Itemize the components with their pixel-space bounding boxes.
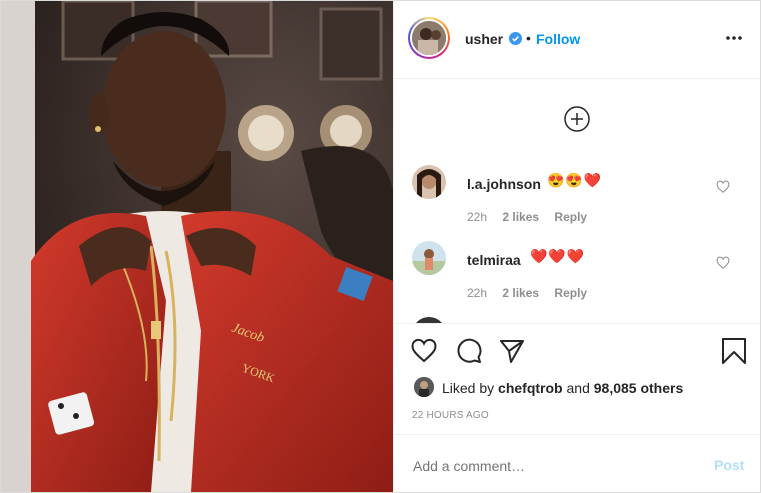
post-header: usher • Follow (394, 1, 760, 79)
post-photo-illustration: Jacob YORK (1, 1, 393, 492)
add-comment-input[interactable] (411, 457, 695, 475)
liked-by-text: Liked by chefqtrob and 98,085 others (442, 380, 683, 396)
username-link[interactable]: usher (465, 31, 503, 47)
post-timestamp[interactable]: 22 HOURS AGO (412, 410, 489, 421)
comment-item: l.a.johnson 😍😍❤️ 22h 2 likes Reply (394, 165, 760, 225)
comments-list[interactable]: l.a.johnson 😍😍❤️ 22h 2 likes Reply telmi… (394, 79, 760, 323)
load-more-comments-icon[interactable] (563, 105, 591, 133)
story-ring[interactable] (408, 17, 450, 59)
bookmark-icon[interactable] (720, 337, 748, 365)
comment-likes[interactable]: 2 likes (502, 286, 539, 300)
comment-likes[interactable]: 2 likes (502, 210, 539, 224)
liked-by-user[interactable]: chefqtrob (498, 380, 563, 396)
comment-meta: 22h 2 likes Reply (467, 210, 599, 224)
more-options-icon[interactable] (724, 28, 744, 48)
post-actions-section: Liked by chefqtrob and 98,085 others 22 … (394, 323, 760, 492)
comment-like-heart-icon[interactable] (716, 180, 730, 194)
post-comment-button[interactable]: Post (714, 457, 744, 473)
comment-meta: 22h 2 likes Reply (467, 286, 599, 300)
share-icon[interactable] (498, 337, 526, 365)
liked-by-avatar[interactable] (414, 377, 434, 397)
verified-badge-icon (509, 32, 522, 45)
post-modal: Jacob YORK usher • Follow l.a.johnson 😍😍… (0, 0, 761, 493)
reply-button[interactable]: Reply (554, 286, 587, 300)
comment-text: 😍😍❤️ (547, 172, 603, 188)
comment-time[interactable]: 22h (467, 210, 487, 224)
follow-button[interactable]: Follow (536, 31, 580, 47)
liked-by-conjunction: and (566, 380, 590, 396)
comment-text: ❤️❤️❤️ (530, 248, 586, 264)
add-comment-bar: Post (394, 434, 760, 492)
separator-dot: • (526, 30, 531, 46)
comment-username[interactable]: l.a.johnson (467, 176, 541, 192)
avatar-inner (410, 19, 448, 57)
avatar (412, 21, 446, 55)
comment-time[interactable]: 22h (467, 286, 487, 300)
post-side-panel: usher • Follow l.a.johnson 😍😍❤️ 22h 2 li… (393, 1, 760, 492)
comment-avatar[interactable] (412, 165, 446, 199)
post-image[interactable]: Jacob YORK (1, 1, 393, 492)
liked-by-avatar-image (414, 377, 434, 397)
reply-button[interactable]: Reply (554, 210, 587, 224)
liked-by-prefix: Liked by (442, 380, 495, 396)
comment-icon[interactable] (455, 337, 483, 365)
comment-item: telmiraa ❤️❤️❤️ 22h 2 likes Reply (394, 241, 760, 301)
comment-avatar-image (412, 165, 446, 199)
liked-by-others[interactable]: 98,085 others (594, 380, 684, 396)
heart-icon[interactable] (410, 337, 438, 365)
avatar-image (412, 21, 446, 55)
comment-avatar-image (412, 241, 446, 275)
comment-like-heart-icon[interactable] (716, 256, 730, 270)
comment-avatar[interactable] (412, 241, 446, 275)
comment-username[interactable]: telmiraa (467, 252, 521, 268)
